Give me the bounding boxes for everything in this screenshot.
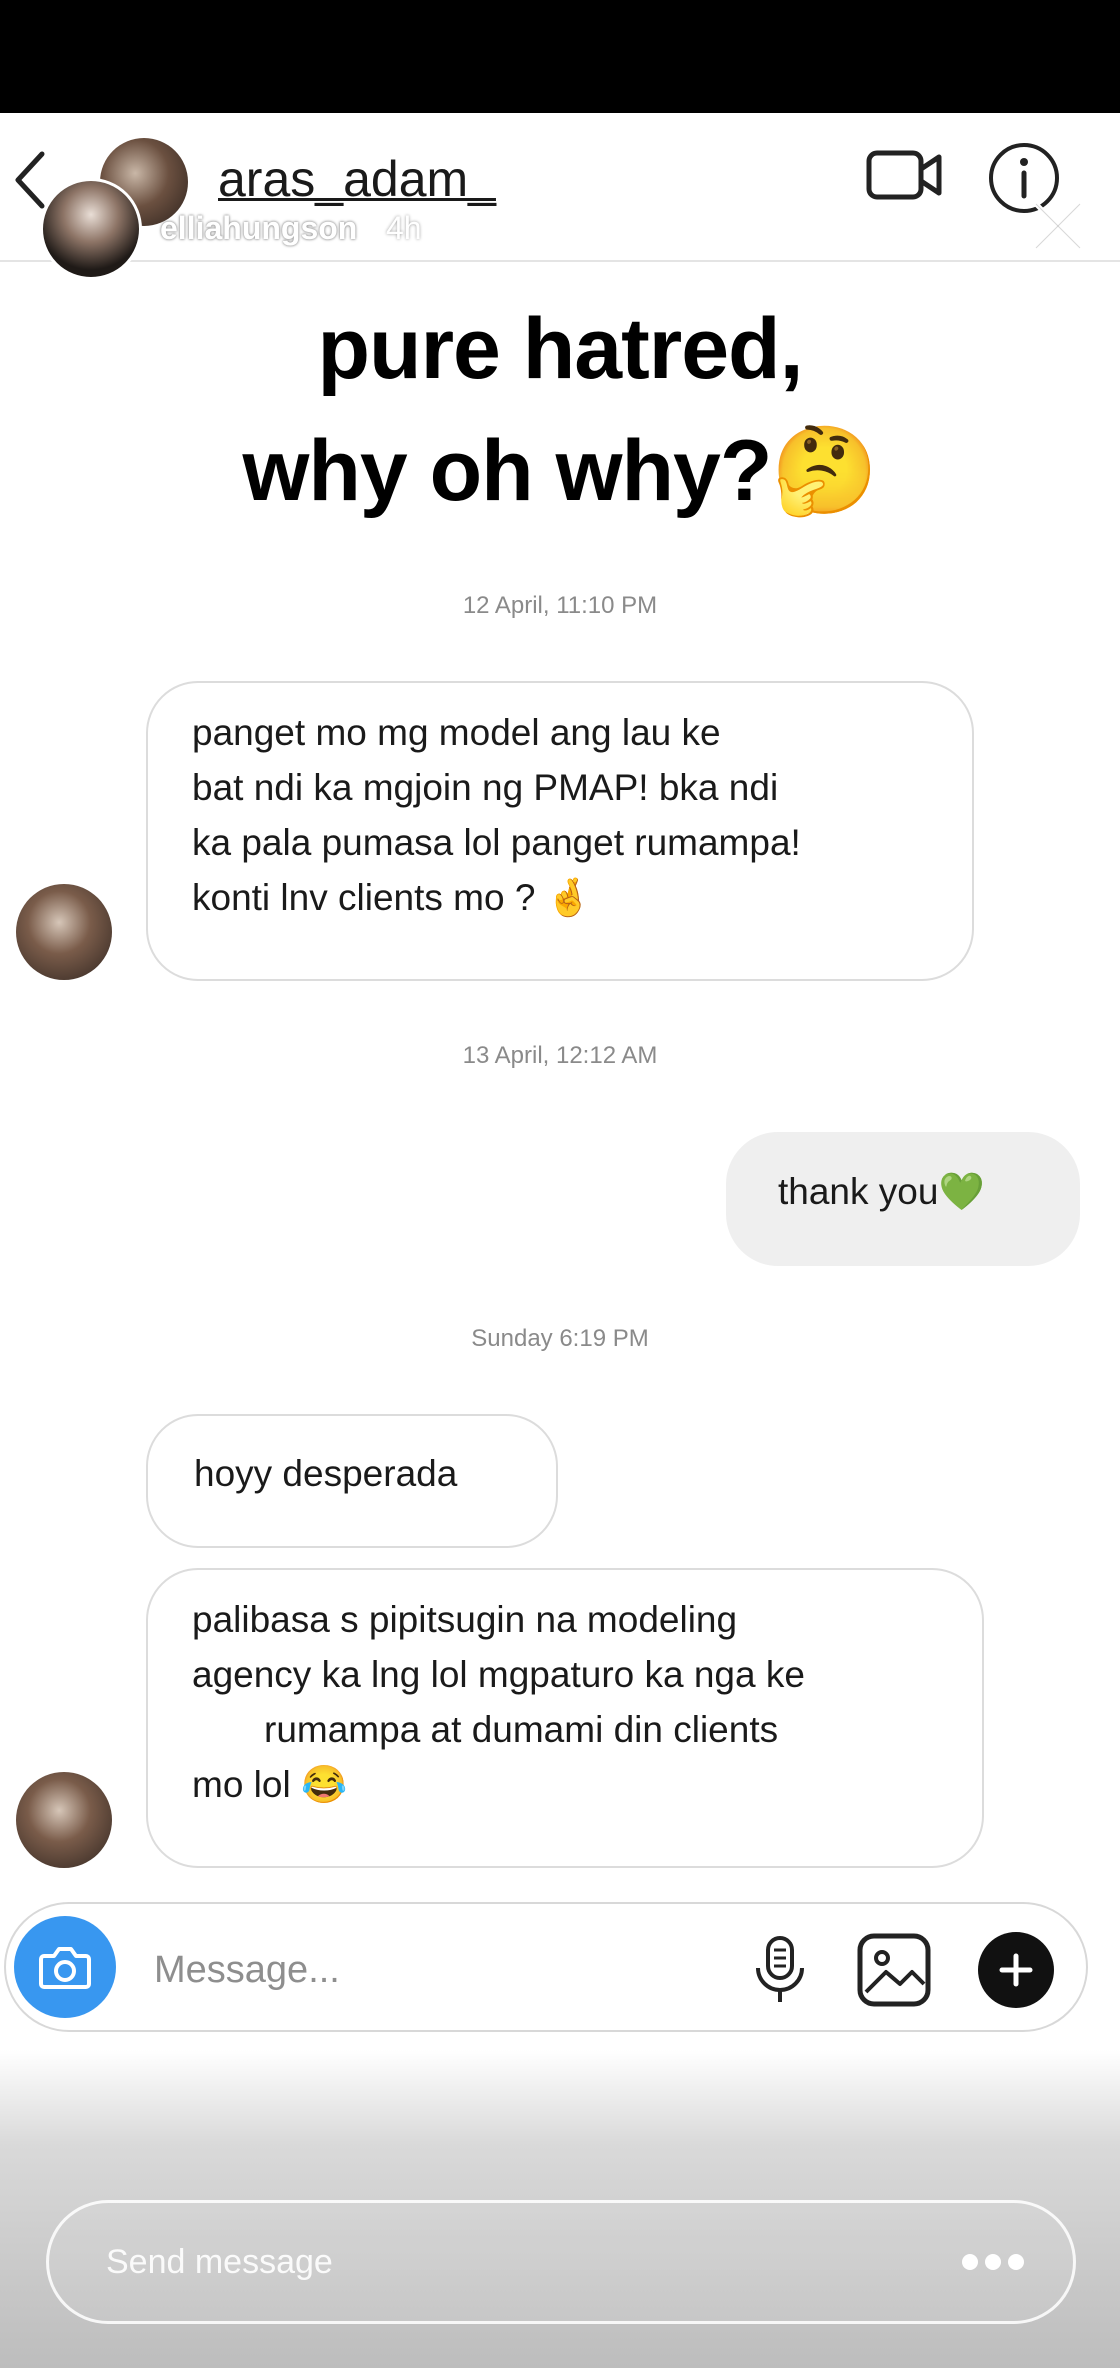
back-icon[interactable]	[12, 150, 48, 210]
story-caption-line-2: why oh why?🤔	[242, 423, 879, 519]
camera-button[interactable]	[14, 1916, 116, 2018]
story-username[interactable]: elliahungson	[160, 210, 357, 247]
dm-username[interactable]: aras_adam_	[218, 150, 496, 208]
close-icon[interactable]	[1030, 198, 1086, 254]
message-text-line: konti lnv clients mo ? 🤞	[192, 877, 592, 918]
received-message-bubble[interactable]: palibasa s pipitsugin na modeling agency…	[146, 1568, 984, 1868]
send-message-placeholder: Send message	[106, 2243, 333, 2281]
sender-avatar[interactable]	[16, 884, 112, 980]
message-text: thank you💚	[778, 1171, 985, 1212]
camera-icon	[39, 1947, 91, 1989]
message-text-line: rumampa at dumami din clients	[264, 1709, 779, 1750]
message-text-line: agency ka lng lol mgpaturo ka nga ke	[192, 1654, 805, 1695]
plus-button[interactable]	[978, 1932, 1054, 2008]
status-bar	[0, 0, 1120, 113]
message-text-line: bat ndi ka mgjoin ng PMAP! bka ndi	[192, 767, 779, 808]
message-text-line: panget mo mg model ang lau ke	[192, 712, 721, 753]
message-text-line: mo lol 😂	[192, 1764, 348, 1805]
sent-message-bubble[interactable]: thank you💚	[726, 1132, 1080, 1266]
message-text: hoyy desperada	[194, 1453, 458, 1494]
sender-avatar[interactable]	[16, 1772, 112, 1868]
received-message-bubble[interactable]: panget mo mg model ang lau ke bat ndi ka…	[146, 681, 974, 981]
story-time: 4h	[386, 210, 422, 246]
received-message-bubble[interactable]: hoyy desperada	[146, 1414, 558, 1548]
message-text-line: ka pala pumasa lol panget rumampa!	[192, 822, 801, 863]
video-call-icon[interactable]	[865, 145, 945, 205]
microphone-icon[interactable]	[748, 1934, 812, 2006]
message-timestamp: 12 April, 11:10 PM	[462, 592, 658, 619]
message-timestamp: 13 April, 12:12 AM	[462, 1042, 658, 1069]
message-input[interactable]	[152, 1934, 716, 2006]
gallery-icon[interactable]	[856, 1932, 932, 2008]
plus-icon	[999, 1953, 1033, 1987]
story-user-avatar[interactable]	[40, 178, 142, 280]
story-caption-line-1: pure hatred,	[317, 301, 804, 397]
message-text-line: palibasa s pipitsugin na modeling	[192, 1599, 738, 1640]
more-icon[interactable]	[960, 2248, 1026, 2276]
message-timestamp: Sunday 6:19 PM	[471, 1325, 649, 1352]
